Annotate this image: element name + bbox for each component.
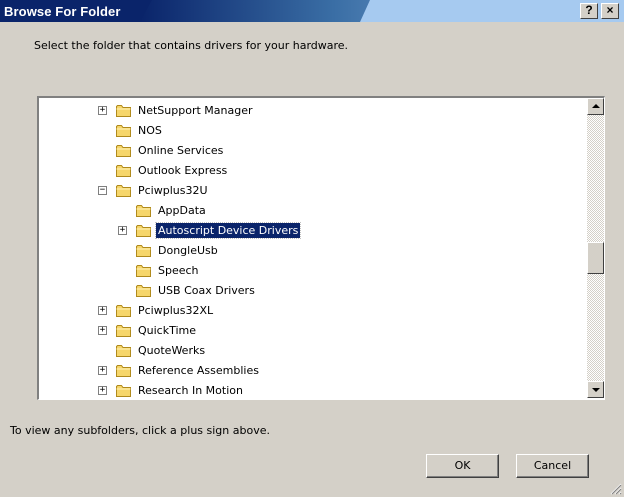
expand-plus-icon[interactable]: + — [118, 226, 127, 235]
folder-icon — [136, 204, 152, 217]
tree-item-label: QuoteWerks — [138, 343, 206, 357]
cancel-button[interactable]: Cancel — [516, 454, 589, 478]
tree-item[interactable]: NOS — [116, 120, 164, 140]
folder-icon — [116, 324, 132, 337]
tree-item-label: Pciwplus32U — [138, 183, 208, 197]
tree-item-label: Outlook Express — [138, 163, 228, 177]
tree-item[interactable]: Online Services — [116, 140, 225, 160]
tree-item-label: Reference Assemblies — [138, 363, 259, 377]
tree-item[interactable]: QuickTime — [116, 320, 198, 340]
help-button[interactable]: ? — [580, 3, 598, 19]
ok-button[interactable]: OK — [426, 454, 499, 478]
arrow-down-icon — [592, 388, 600, 392]
folder-icon — [116, 104, 132, 117]
tree-item[interactable]: Autoscript Device Drivers — [136, 220, 302, 240]
tree-item-label: QuickTime — [138, 323, 197, 337]
folder-icon — [136, 224, 152, 237]
collapse-minus-icon[interactable]: − — [98, 186, 107, 195]
tree-item[interactable]: DongleUsb — [136, 240, 220, 260]
scroll-up-button[interactable] — [587, 98, 604, 115]
folder-icon — [116, 304, 132, 317]
scroll-thumb[interactable] — [587, 242, 604, 274]
tree-item[interactable]: Outlook Express — [116, 160, 229, 180]
folder-icon — [116, 144, 132, 157]
tree-item[interactable]: Speech — [136, 260, 201, 280]
folder-icon — [136, 244, 152, 257]
folder-icon — [116, 184, 132, 197]
tree-item-label: NOS — [138, 123, 162, 137]
tree-item[interactable]: Pciwplus32U — [116, 180, 210, 200]
tree-item-label: Research In Motion — [138, 383, 243, 397]
tree-item-label: NetSupport Manager — [138, 103, 253, 117]
tree-item[interactable]: USB Coax Drivers — [136, 280, 257, 300]
vertical-scrollbar[interactable] — [587, 98, 604, 398]
arrow-up-icon — [592, 104, 600, 108]
title-bar[interactable]: Browse For Folder ? × — [0, 0, 624, 22]
tree-item-label: Autoscript Device Drivers — [154, 221, 302, 239]
close-button[interactable]: × — [601, 3, 619, 19]
folder-icon — [116, 344, 132, 357]
tree-item-label: Speech — [158, 263, 199, 277]
expand-plus-icon[interactable]: + — [98, 306, 107, 315]
folder-icon — [116, 364, 132, 377]
tree-item[interactable]: NetSupport Manager — [116, 100, 255, 120]
folder-icon — [116, 164, 132, 177]
folder-icon — [136, 284, 152, 297]
tree-item[interactable]: QuoteWerks — [116, 340, 207, 360]
window-title: Browse For Folder — [4, 4, 121, 19]
folder-tree[interactable]: + NetSupport Manager NOS Online Services Out… — [37, 96, 605, 400]
expand-plus-icon[interactable]: + — [98, 366, 107, 375]
folder-icon — [116, 384, 132, 397]
tree-item-label: Pciwplus32XL — [138, 303, 214, 317]
tree-item-label: AppData — [158, 203, 206, 217]
tree-item-label: DongleUsb — [158, 243, 218, 257]
expand-plus-icon[interactable]: + — [98, 386, 107, 395]
folder-icon — [136, 264, 152, 277]
hint-text: To view any subfolders, click a plus sig… — [10, 424, 270, 437]
tree-item[interactable]: Reference Assemblies — [116, 360, 261, 380]
expand-plus-icon[interactable]: + — [98, 326, 107, 335]
tree-item-label: Online Services — [138, 143, 224, 157]
scroll-down-button[interactable] — [587, 381, 604, 398]
folder-icon — [116, 124, 132, 137]
resize-grip-icon[interactable] — [610, 483, 622, 495]
folder-tree-list: + NetSupport Manager NOS Online Services Out… — [39, 98, 585, 398]
tree-item[interactable]: Research In Motion — [116, 380, 245, 399]
tree-item[interactable]: Pciwplus32XL — [116, 300, 215, 320]
tree-item-label: USB Coax Drivers — [158, 283, 255, 297]
tree-item[interactable]: AppData — [136, 200, 208, 220]
expand-plus-icon[interactable]: + — [98, 106, 107, 115]
instruction-text: Select the folder that contains drivers … — [34, 39, 349, 52]
